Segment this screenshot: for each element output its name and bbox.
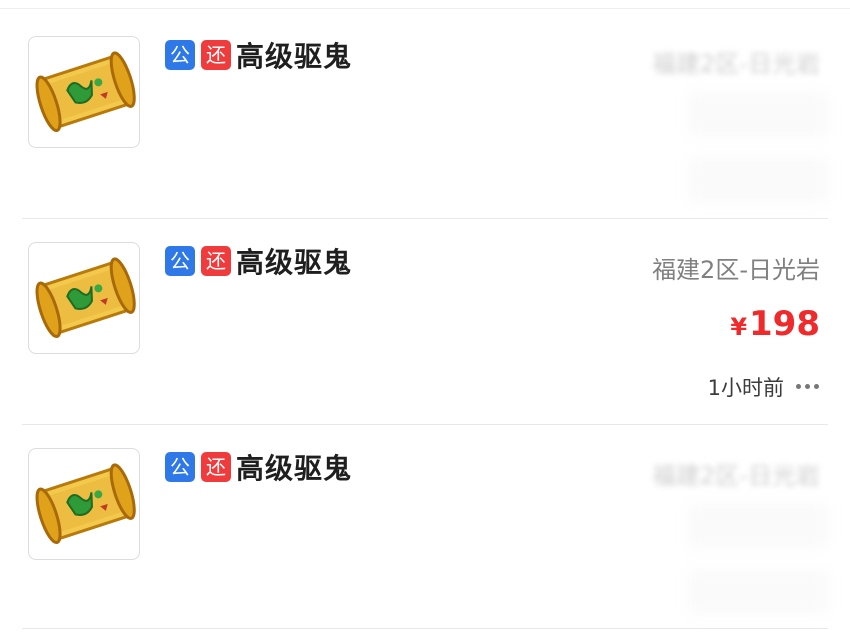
public-tag: 公 bbox=[165, 452, 195, 482]
more-icon[interactable] bbox=[794, 384, 820, 390]
obscured-meta bbox=[688, 158, 828, 202]
item-divider bbox=[22, 218, 828, 219]
obscured-price bbox=[688, 92, 828, 136]
scroll-icon bbox=[35, 51, 136, 133]
scroll-icon bbox=[35, 463, 136, 545]
currency-symbol: ¥ bbox=[730, 313, 748, 341]
listing-item[interactable]: 公 还 高级驱鬼 福建2区-日光岩 bbox=[0, 430, 850, 636]
title-row: 公 还 高级驱鬼 bbox=[165, 447, 352, 487]
return-tag: 还 bbox=[201, 40, 231, 70]
server-label: 福建2区-日光岩 bbox=[652, 256, 820, 284]
listing-meta: 1小时前 bbox=[708, 372, 820, 402]
item-divider bbox=[22, 424, 828, 425]
time-ago: 1小时前 bbox=[707, 376, 784, 400]
listing-item[interactable]: 公 还 高级驱鬼 福建2区-日光岩 ¥198 1小时前 bbox=[0, 224, 850, 430]
return-tag: 还 bbox=[201, 452, 231, 482]
title-row: 公 还 高级驱鬼 bbox=[165, 241, 352, 281]
item-title[interactable]: 高级驱鬼 bbox=[236, 35, 352, 75]
item-thumbnail[interactable] bbox=[28, 36, 140, 148]
item-title[interactable]: 高级驱鬼 bbox=[236, 447, 352, 487]
server-label: 福建2区-日光岩 bbox=[652, 50, 820, 78]
price-value: 198 bbox=[749, 304, 820, 344]
return-tag: 还 bbox=[201, 246, 231, 276]
item-thumbnail[interactable] bbox=[28, 242, 140, 354]
obscured-meta bbox=[688, 570, 828, 614]
item-divider bbox=[22, 628, 828, 629]
listing-item[interactable]: 公 还 高级驱鬼 福建2区-日光岩 bbox=[0, 18, 850, 224]
scroll-icon bbox=[35, 257, 136, 339]
server-label: 福建2区-日光岩 bbox=[652, 462, 820, 490]
public-tag: 公 bbox=[165, 246, 195, 276]
item-thumbnail[interactable] bbox=[28, 448, 140, 560]
obscured-price bbox=[688, 504, 828, 548]
item-title[interactable]: 高级驱鬼 bbox=[236, 241, 352, 281]
listing-list: 公 还 高级驱鬼 福建2区-日光岩 公 还 高级驱鬼 福建2区-日光岩 ¥198… bbox=[0, 0, 850, 632]
price: ¥198 bbox=[730, 304, 820, 344]
public-tag: 公 bbox=[165, 40, 195, 70]
title-row: 公 还 高级驱鬼 bbox=[165, 35, 352, 75]
